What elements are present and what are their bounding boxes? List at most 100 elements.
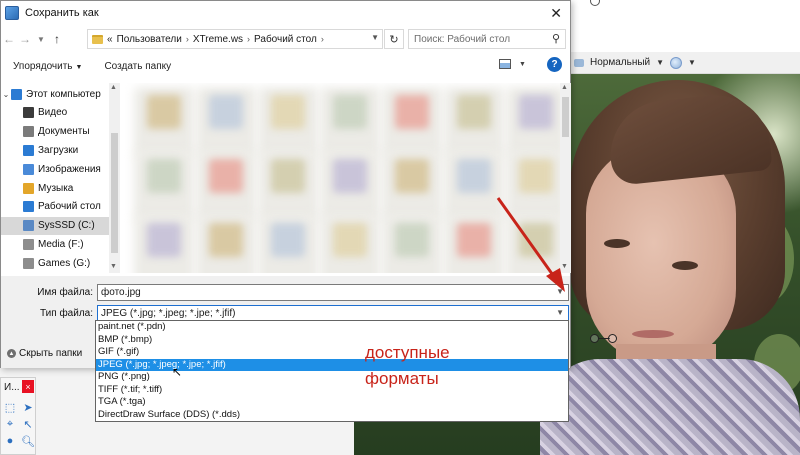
help-button[interactable]: ? [547, 57, 562, 72]
globe-icon[interactable] [670, 56, 683, 69]
nav-item[interactable]: Рабочий стол [1, 198, 109, 216]
file-icon [333, 159, 367, 193]
new-folder-button[interactable]: Создать папку [82, 61, 171, 72]
close-icon[interactable]: ✕ [550, 5, 562, 22]
navigation-pane: ⌄ Этот компьютер Видео Документы Загрузки Изо… [1, 83, 121, 273]
chevron-down-icon[interactable]: ▼ [33, 35, 49, 44]
filetype-option[interactable]: DirectDraw Surface (DDS) (*.dds) [96, 409, 568, 422]
nav-item[interactable]: ⌄ Этот компьютер [1, 85, 109, 103]
navigation-scrollbar[interactable]: ▲ ▼ [109, 83, 120, 273]
nav-item[interactable]: SysSSD (C:) [1, 216, 109, 235]
nav-item-label: Games (G:) [38, 257, 91, 269]
filetype-option[interactable]: TGA (*.tga) [96, 396, 568, 409]
chevron-down-icon[interactable]: ▼ [556, 308, 564, 317]
hide-folders-label: Скрыть папки [19, 348, 83, 359]
chevron-right-icon[interactable]: › [186, 34, 189, 44]
nav-item-label: Изображения [38, 163, 101, 175]
chevron-down-icon[interactable]: ▼ [688, 58, 696, 67]
scroll-down-icon[interactable]: ▼ [561, 263, 568, 270]
scroll-up-icon[interactable]: ▲ [110, 84, 117, 91]
filename-label: Имя файла: [37, 287, 93, 298]
annotation-line-1: доступные [365, 343, 450, 362]
scroll-thumb[interactable] [562, 97, 569, 137]
address-row: ← → ▼ ↑ « Пользователи › XTreme.ws › Раб… [1, 27, 570, 51]
file-icon [395, 95, 429, 129]
search-placeholder: Поиск: Рабочий стол [414, 33, 511, 45]
dialog-titlebar: Сохранить как ✕ [1, 1, 570, 25]
nav-item[interactable]: Изображения [1, 160, 109, 178]
paint-net-toolbar: Нормальный ▼ ▼ [570, 52, 800, 74]
back-arrow-icon[interactable]: ← [1, 32, 17, 46]
blend-mode-select[interactable]: Нормальный [590, 57, 650, 68]
filename-input[interactable]: фото.jpg ▼ [97, 284, 569, 301]
dialog-title: Сохранить как [25, 7, 99, 19]
nav-item[interactable]: Загрузки [1, 141, 109, 159]
chevron-down-icon[interactable]: ▼ [371, 33, 379, 42]
nav-item[interactable]: Видео [1, 104, 109, 122]
scroll-thumb[interactable] [111, 133, 118, 253]
annotation-line-2: форматы [365, 369, 439, 388]
nav-item[interactable]: Документы [1, 123, 109, 141]
filetype-option[interactable]: PNG (*.png) [96, 371, 568, 384]
chevron-right-icon[interactable]: › [321, 34, 324, 44]
chevron-down-icon: ▼ [75, 63, 83, 71]
nav-item-label: Media (F:) [38, 238, 84, 250]
file-icon [209, 223, 243, 257]
clothing [540, 359, 800, 455]
file-icon [457, 223, 491, 257]
chevron-down-icon[interactable]: ▼ [556, 287, 564, 296]
background-titlebar-area [570, 0, 800, 52]
pictures-folder-icon [23, 163, 34, 175]
organize-button[interactable]: Упорядочить ▼ [1, 61, 82, 72]
file-list-scrollbar[interactable]: ▲ ▼ [560, 83, 571, 273]
file-icon [271, 95, 305, 129]
move-selection-icon[interactable]: ↖ [21, 417, 35, 431]
scroll-up-icon[interactable]: ▲ [561, 84, 568, 91]
up-arrow-icon[interactable]: ↑ [49, 32, 65, 46]
expand-chevron-icon[interactable]: ⌄ [1, 90, 11, 99]
breadcrumb-overflow[interactable]: « [107, 34, 113, 45]
nav-item[interactable]: Games (G:) [1, 254, 109, 272]
chevron-right-icon[interactable]: › [247, 34, 250, 44]
video-folder-icon [23, 107, 34, 119]
zoom-icon[interactable]: 🔍︎ [21, 434, 35, 448]
ellipse-select-icon[interactable]: ● [3, 434, 17, 448]
mouth [632, 330, 674, 338]
move-tool-icon[interactable]: ➤ [21, 400, 35, 414]
selection-tool-icon[interactable]: ⬚ [3, 400, 17, 414]
forward-arrow-icon[interactable]: → [17, 32, 33, 46]
file-icon [271, 159, 305, 193]
partial-icon [590, 0, 600, 6]
nav-item[interactable]: Media (F:) [1, 235, 109, 253]
filetype-option[interactable]: BMP (*.bmp) [96, 334, 568, 347]
file-list[interactable] [124, 83, 560, 273]
address-bar[interactable]: « Пользователи › XTreme.ws › Рабочий сто… [87, 29, 383, 49]
file-icon [457, 95, 491, 129]
breadcrumb-users[interactable]: Пользователи [117, 34, 182, 45]
music-folder-icon [23, 182, 34, 194]
drive-icon [23, 257, 34, 269]
search-icon: ⚲ [551, 33, 560, 45]
refresh-button[interactable]: ↻ [384, 29, 404, 49]
lasso-tool-icon[interactable]: ⌖ [3, 417, 17, 431]
filetype-option[interactable]: GIF (*.gif) [96, 346, 568, 359]
breadcrumb-desktop[interactable]: Рабочий стол [254, 34, 317, 45]
breadcrumb-user[interactable]: XTreme.ws [193, 34, 243, 45]
nav-item[interactable]: Музыка [1, 179, 109, 197]
selection-handle[interactable] [608, 334, 617, 343]
scroll-down-icon[interactable]: ▼ [110, 263, 117, 270]
filetype-option[interactable]: TIFF (*.tif; *.tiff) [96, 384, 568, 397]
nav-item-label: Документы [38, 126, 90, 138]
chevron-down-icon[interactable]: ▼ [656, 58, 664, 67]
downloads-folder-icon [23, 144, 34, 156]
filetype-option[interactable]: JPEG (*.jpg; *.jpeg; *.jpe; *.jfif) [96, 358, 568, 371]
chevron-up-icon: ▲ [7, 349, 16, 358]
hide-folders-button[interactable]: ▲ Скрыть папки [7, 348, 82, 359]
nav-item-label: Рабочий стол [38, 201, 101, 213]
file-icon [395, 223, 429, 257]
search-input[interactable]: Поиск: Рабочий стол ⚲ [408, 29, 566, 49]
filetype-option[interactable]: paint.net (*.pdn) [96, 321, 568, 334]
nav-item-label: Загрузки [38, 144, 79, 156]
view-button[interactable]: ▼ [499, 59, 526, 69]
close-button[interactable]: × [22, 380, 34, 393]
